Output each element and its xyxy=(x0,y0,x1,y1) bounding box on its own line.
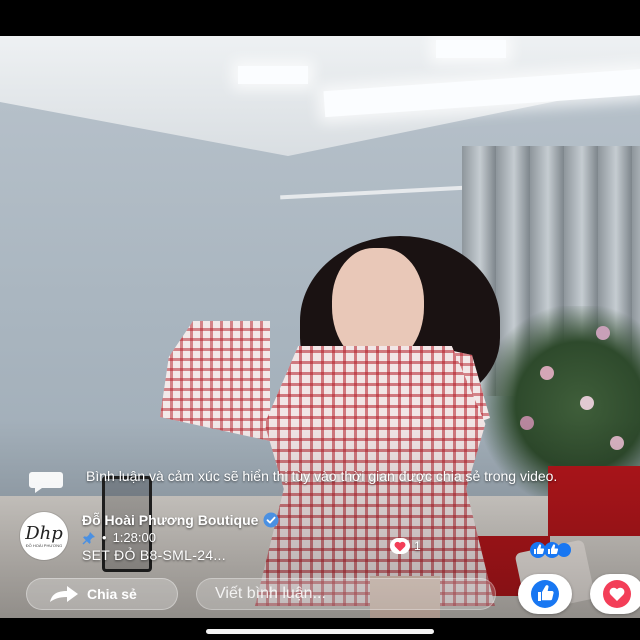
ceiling-light xyxy=(436,40,506,58)
reaction-count[interactable]: 1 xyxy=(390,538,421,554)
like-icon xyxy=(531,580,559,608)
verified-badge-icon xyxy=(263,512,279,528)
love-button[interactable] xyxy=(590,574,640,614)
live-video-screen: Bình luận và cảm xúc sẽ hiển thị tùy vào… xyxy=(0,0,640,640)
page-name[interactable]: Đỗ Hoài Phương Boutique xyxy=(82,512,258,528)
share-button[interactable]: Chia sẻ xyxy=(26,578,178,610)
comment-placeholder: Viết bình luận... xyxy=(215,585,326,602)
product-title[interactable]: SET ĐỎ B8-SML-24... xyxy=(82,547,402,563)
timestamp: 1:28:00 xyxy=(112,530,156,545)
avatar-monogram: Dhp xyxy=(25,522,63,544)
ornament xyxy=(540,366,554,380)
pinned-timestamp-row[interactable]: • 1:28:00 xyxy=(82,530,402,545)
page-name-row[interactable]: Đỗ Hoài Phương Boutique xyxy=(82,512,402,528)
pin-separator: • xyxy=(102,530,107,545)
ornament xyxy=(596,326,610,340)
page-header: Dhp ĐỖ HOÀI PHƯƠNG Đỗ Hoài Phương Boutiq… xyxy=(20,512,279,563)
comments-notice: Bình luận và cảm xúc sẽ hiển thị tùy vào… xyxy=(28,468,588,494)
comment-bubble-icon xyxy=(29,472,63,493)
pin-icon xyxy=(82,531,95,544)
bottom-action-bar: Chia sẻ Viết bình luận... xyxy=(0,572,640,620)
heart-icon xyxy=(394,541,406,551)
heart-reaction-badge xyxy=(390,538,410,554)
notice-text: Bình luận và cảm xúc sẽ hiển thị tùy vào… xyxy=(86,468,558,484)
ornament xyxy=(580,396,594,410)
page-avatar[interactable]: Dhp ĐỖ HOÀI PHƯƠNG xyxy=(20,512,68,560)
comment-input[interactable]: Viết bình luận... xyxy=(196,578,496,610)
share-arrow-icon xyxy=(50,586,78,602)
like-button[interactable] xyxy=(518,574,572,614)
page-info: Đỗ Hoài Phương Boutique • 1:28:00 SET ĐỎ… xyxy=(82,512,402,563)
heart-count: 1 xyxy=(414,539,421,553)
home-indicator[interactable] xyxy=(206,629,434,634)
avatar-caption: ĐỖ HOÀI PHƯƠNG xyxy=(25,542,63,548)
heart-icon xyxy=(603,580,631,608)
ceiling-light xyxy=(238,66,308,84)
share-label: Chia sẻ xyxy=(87,586,137,602)
floating-like-reactions xyxy=(530,542,571,558)
